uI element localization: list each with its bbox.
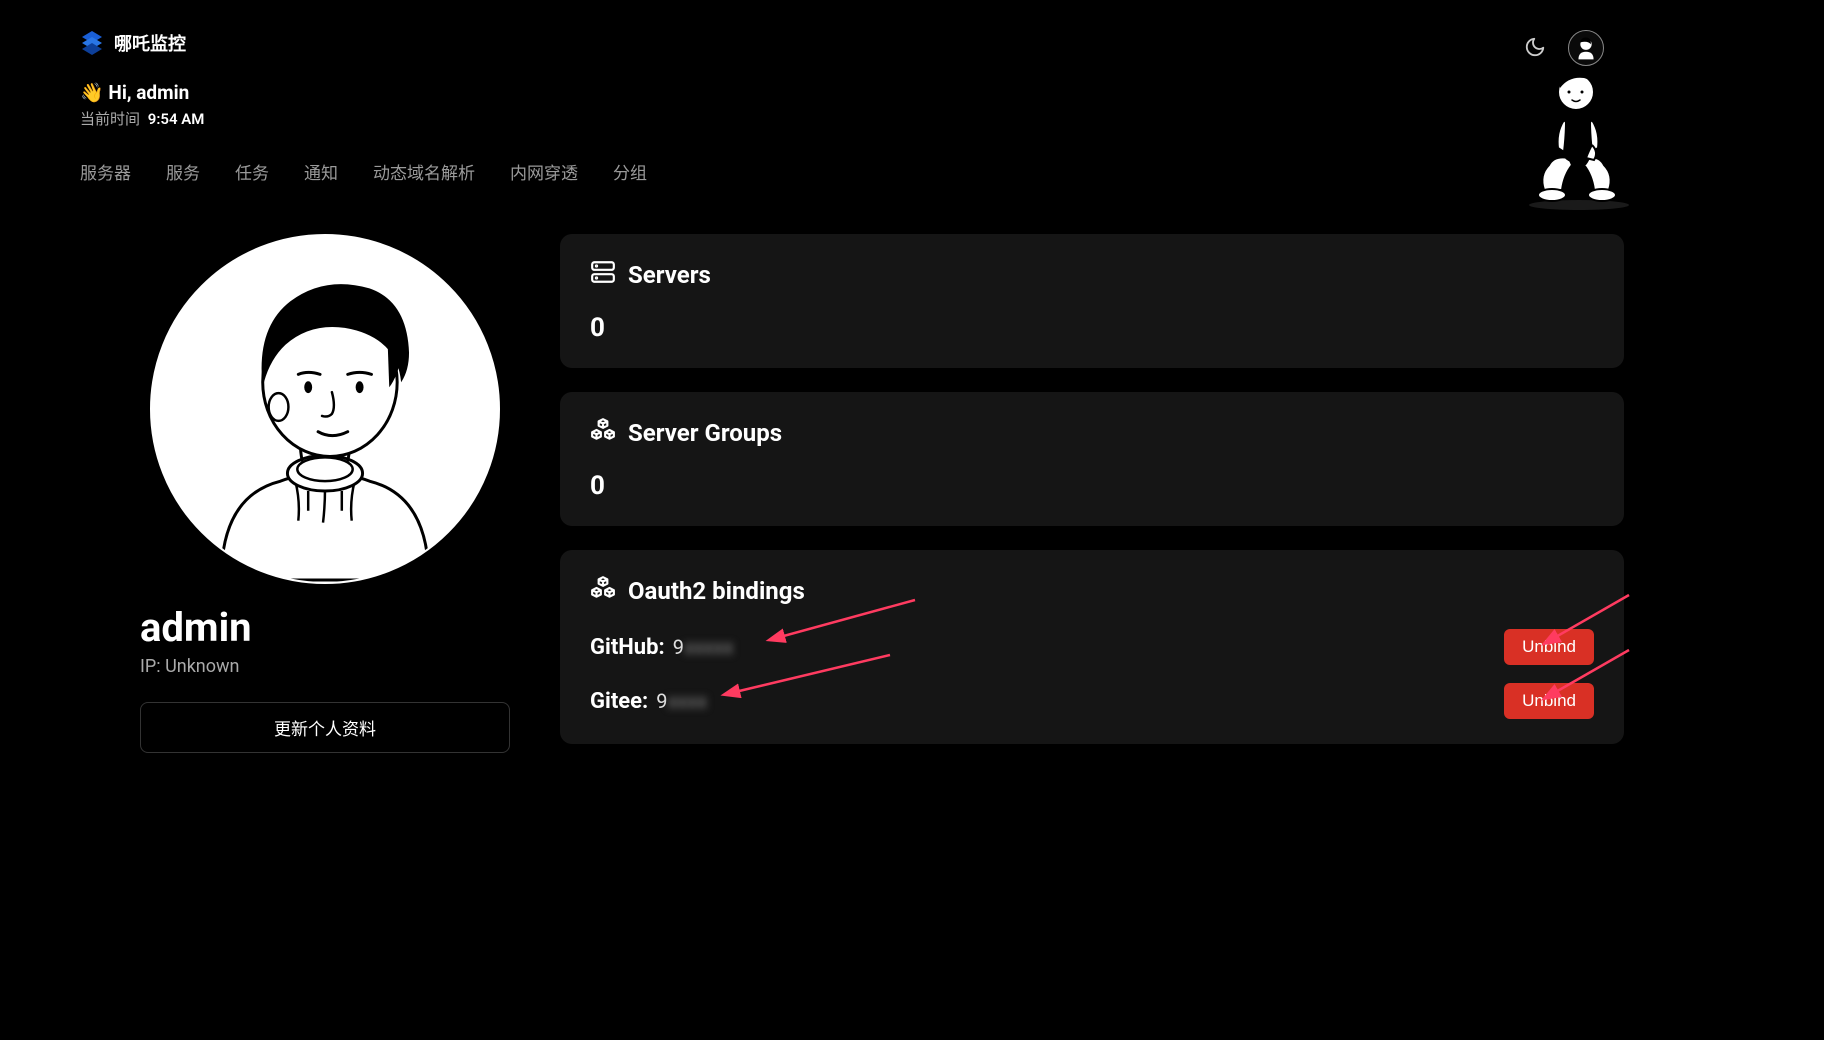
nav-services[interactable]: 服务 — [166, 159, 200, 184]
binding-github: GitHub: 9xxxxx Unbind — [590, 629, 1594, 665]
servers-card-title: Servers — [590, 259, 1594, 291]
avatar-illustration — [152, 234, 498, 582]
greeting: 👋 Hi, admin — [80, 81, 1744, 104]
main-content: admin IP: Unknown 更新个人资料 Servers 0 Serve… — [0, 204, 1824, 753]
nav-notifications[interactable]: 通知 — [304, 159, 338, 184]
servers-title-text: Servers — [628, 261, 711, 289]
gitee-id: 9xxxx — [656, 689, 707, 713]
github-id: 9xxxxx — [673, 635, 734, 659]
servers-count: 0 — [590, 313, 1594, 343]
header: 哪吒监控 👋 Hi, admin 当前时间 9:54 AM 服务器 服务 任务 … — [0, 0, 1824, 204]
header-illustration — [1514, 60, 1644, 210]
server-groups-count: 0 — [590, 471, 1594, 501]
binding-gitee-left: Gitee: 9xxxx — [590, 689, 707, 714]
update-profile-button[interactable]: 更新个人资料 — [140, 702, 510, 753]
unbind-gitee-button[interactable]: Unbind — [1504, 683, 1594, 719]
nav-ddns[interactable]: 动态域名解析 — [373, 159, 475, 184]
oauth-title-text: Oauth2 bindings — [628, 577, 805, 605]
app-name: 哪吒监控 — [114, 30, 186, 56]
nav-groups[interactable]: 分组 — [613, 159, 647, 184]
theme-toggle[interactable] — [1524, 36, 1548, 60]
time-value: 9:54 AM — [148, 110, 205, 128]
oauth-card: Oauth2 bindings GitHub: 9xxxxx Unbind Gi… — [560, 550, 1624, 744]
github-label: GitHub: — [590, 635, 665, 660]
ip-info: IP: Unknown — [140, 656, 239, 677]
greeting-text: Hi, admin — [108, 81, 189, 104]
server-icon — [590, 259, 616, 291]
logo-icon — [80, 31, 104, 55]
main-nav: 服务器 服务 任务 通知 动态域名解析 内网穿透 分组 — [80, 159, 1744, 204]
boxes-icon — [590, 575, 616, 607]
unbind-github-button[interactable]: Unbind — [1504, 629, 1594, 665]
nav-tasks[interactable]: 任务 — [235, 159, 269, 184]
binding-gitee: Gitee: 9xxxx Unbind — [590, 683, 1594, 719]
server-groups-card-title: Server Groups — [590, 417, 1594, 449]
avatar-large — [150, 234, 500, 584]
profile-column: admin IP: Unknown 更新个人资料 — [140, 234, 510, 753]
server-groups-card: Server Groups 0 — [560, 392, 1624, 526]
gitee-label: Gitee: — [590, 689, 648, 714]
current-time: 当前时间 9:54 AM — [80, 108, 1744, 129]
servers-card: Servers 0 — [560, 234, 1624, 368]
wave-icon: 👋 — [80, 81, 104, 104]
time-label: 当前时间 — [80, 110, 140, 128]
nav-servers[interactable]: 服务器 — [80, 159, 131, 184]
username: admin — [140, 604, 252, 651]
moon-icon — [1524, 36, 1546, 58]
logo[interactable]: 哪吒监控 — [80, 30, 1744, 56]
boxes-icon — [590, 417, 616, 449]
server-groups-title-text: Server Groups — [628, 419, 782, 447]
oauth-card-title: Oauth2 bindings — [590, 575, 1594, 607]
binding-github-left: GitHub: 9xxxxx — [590, 635, 734, 660]
nav-nat[interactable]: 内网穿透 — [510, 159, 578, 184]
cards-column: Servers 0 Server Groups 0 Oauth2 binding… — [560, 234, 1624, 753]
